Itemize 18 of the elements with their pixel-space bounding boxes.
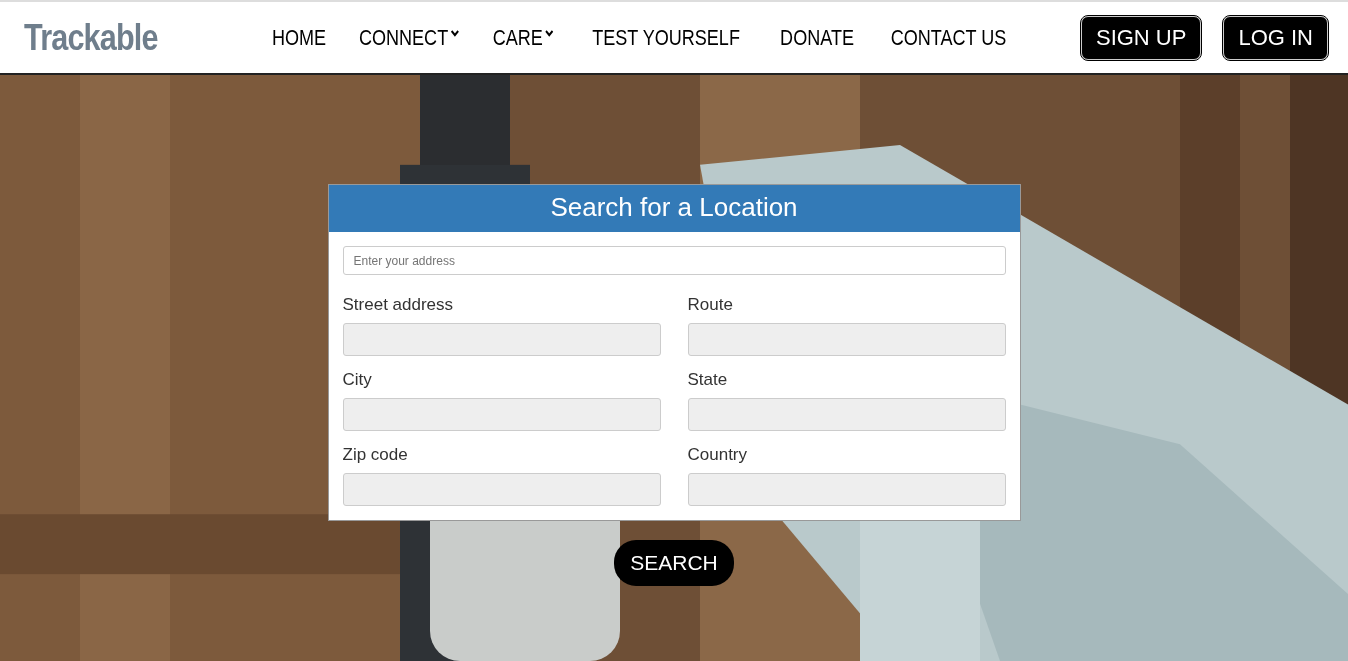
nav-link[interactable]: CONNECT bbox=[358, 24, 459, 51]
brand-logo[interactable]: Trackable bbox=[24, 16, 160, 59]
nav-link[interactable]: CONTACT US bbox=[890, 24, 1007, 51]
nav-link[interactable]: HOME bbox=[271, 24, 327, 51]
field-label: Route bbox=[687, 295, 734, 315]
nav-link[interactable]: DONATE bbox=[780, 24, 854, 51]
auth-button[interactable]: LOG IN bbox=[1223, 15, 1328, 60]
nav-link[interactable]: TEST YOURSELF bbox=[592, 24, 740, 51]
field-label: Street address bbox=[342, 295, 455, 315]
address-field[interactable]: Enter your address bbox=[342, 246, 1006, 275]
nav-link[interactable]: CARE bbox=[492, 24, 554, 51]
search-button[interactable]: SEARCH bbox=[614, 540, 734, 586]
auth-button[interactable]: SIGN UP bbox=[1080, 15, 1202, 60]
field-label: State bbox=[687, 370, 729, 390]
field-label: Country bbox=[687, 445, 749, 465]
field-label: Zip code bbox=[342, 445, 409, 465]
field-label: City bbox=[342, 370, 373, 390]
card-title: Search for a Location bbox=[328, 185, 1020, 232]
